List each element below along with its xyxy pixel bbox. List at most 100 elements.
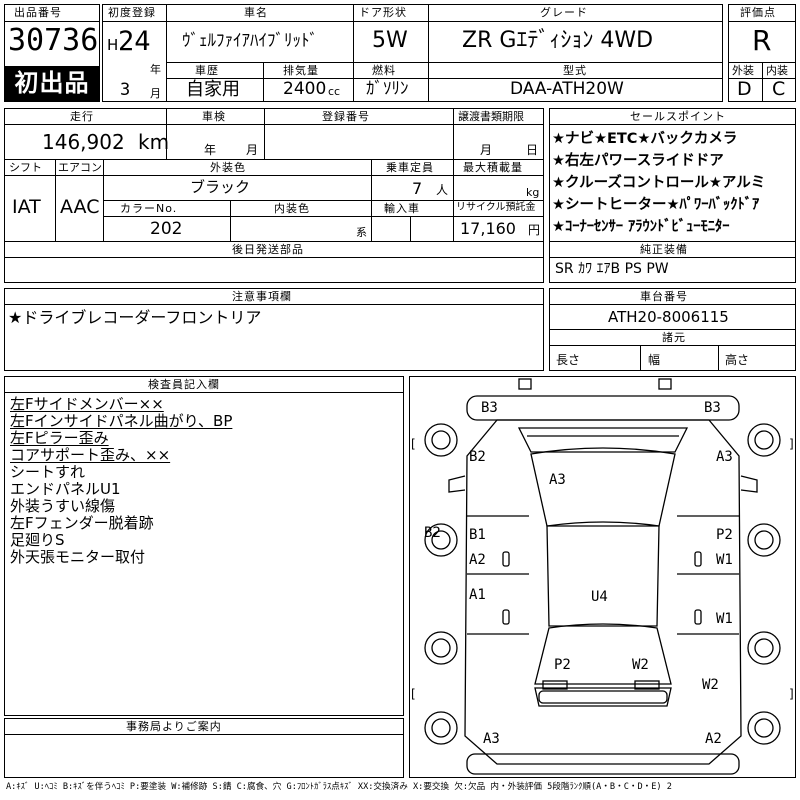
damage-mark: P2 [554, 657, 571, 673]
inspector-line: 外装うすい線傷 [10, 497, 116, 515]
int-label: 内装 [766, 64, 788, 77]
sales-point: ★右左パワースライドドア [552, 153, 724, 169]
first-listing-badge: 初出品 [5, 66, 99, 101]
name-label: 車名 [244, 6, 268, 19]
damage-mark: B2 [424, 525, 441, 541]
mileage: 146,902 [42, 130, 125, 154]
deadline-day: 日 [526, 143, 539, 157]
aircon: AAC [60, 196, 100, 218]
damage-mark: W1 [716, 552, 733, 568]
sales-point: ★ｺｰﾅｰｾﾝｻｰ ｱﾗｳﾝﾄﾞﾋﾞｭｰﾓﾆﾀｰ [552, 219, 730, 235]
width-label: 幅 [648, 353, 661, 367]
notes: ★ドライブレコーダーフロントリア [8, 308, 262, 327]
door-type: 5W [372, 28, 408, 53]
mileage-unit: km [138, 130, 170, 154]
deadline-month: 月 [480, 143, 493, 157]
body-color: ブラック [190, 178, 251, 196]
era: H [107, 36, 119, 54]
svg-text:[: [ [411, 687, 416, 701]
damage-mark: B3 [704, 400, 721, 416]
height-label: 高さ [725, 353, 750, 367]
inspection-label: 車検 [202, 110, 226, 123]
inspector-line: エンドパネルU1 [10, 480, 121, 498]
color-label: 外装色 [210, 161, 246, 174]
chassis-label: 車台番号 [640, 290, 688, 303]
year-unit: 年 [150, 63, 161, 76]
damage-mark: A1 [469, 587, 486, 603]
svg-text:]: ] [789, 687, 794, 701]
color-number: 202 [150, 219, 183, 239]
damage-mark: A3 [716, 449, 733, 465]
sales-point: ★シートヒーター★ﾊﾟﾜｰﾊﾞｯｸﾄﾞｱ [552, 197, 760, 213]
reg-label: 初度登録 [108, 6, 156, 19]
equipment-label: 純正装備 [640, 243, 688, 256]
legend: A:ｷｽﾞ U:ﾍｺﾐ B:ｷｽﾞを伴うﾍｺﾐ P:要塗装 W:補修跡 S:錆 … [6, 782, 672, 792]
int-grade: C [772, 78, 786, 100]
inspector-line: コアサポート歪み、×× [10, 446, 171, 464]
svg-text:]: ] [789, 437, 794, 451]
damage-mark: A2 [705, 731, 722, 747]
ac-label: エアコン [58, 161, 102, 174]
plate-label: 登録番号 [322, 110, 370, 123]
shift: IAT [12, 196, 41, 218]
recycle-amount: 17,160 [460, 219, 516, 238]
month-unit: 月 [150, 87, 161, 100]
mileage-label: 走行 [70, 110, 94, 123]
load-unit: kg [526, 186, 540, 199]
score-label: 評価点 [740, 6, 776, 19]
intcolor-label: 内装色 [274, 202, 310, 215]
reg-year: 24 [118, 26, 151, 57]
damage-mark: B3 [481, 400, 498, 416]
damage-mark: A3 [483, 731, 500, 747]
recycle-label: リサイクル預託金 [456, 202, 536, 213]
seats-unit: 人 [436, 183, 449, 197]
inspector-line: 左Fインサイドパネル曲がり、BP [10, 412, 233, 430]
sales-points-list: ★ナビ★ETC★バックカメラ ★右左パワースライドドア ★クルーズコントロール★… [552, 128, 765, 238]
svg-text:[: [ [411, 437, 416, 451]
model-label: 型式 [563, 64, 587, 77]
import-label: 輸入車 [384, 202, 420, 215]
lot-number: 30736 [8, 23, 99, 58]
sales-point: ★クルーズコントロール★アルミ [552, 175, 766, 191]
inspector-line: 足廻りS [10, 531, 65, 549]
grade-label: グレード [540, 6, 588, 19]
displacement: 2400 [283, 79, 327, 99]
colorno-label: カラーNo. [120, 202, 178, 215]
damage-mark: A2 [469, 552, 486, 568]
score: R [752, 24, 772, 57]
damage-mark: A3 [549, 472, 566, 488]
damage-mark: W1 [716, 611, 733, 627]
notes-label: 注意事項欄 [232, 290, 292, 303]
inspector-line: シートすれ [10, 463, 86, 481]
model: DAA-ATH20W [510, 79, 624, 99]
insp-year-unit: 年 [204, 143, 217, 157]
sales-point: ★ナビ★ETC★バックカメラ [552, 131, 738, 147]
damage-mark: P2 [716, 527, 733, 543]
damage-mark: B1 [469, 527, 486, 543]
damage-mark: U4 [591, 589, 608, 605]
equipment: SR ｶﾜ ｴｱB PS PW [555, 261, 669, 277]
history-label: 車歴 [195, 64, 219, 77]
inspector-notes: 左Fサイドメンバー×× 左Fインサイドパネル曲がり、BP 左Fピラー歪み コアサ… [10, 396, 232, 566]
recycle-unit: 円 [528, 223, 541, 237]
lot-label: 出品番号 [14, 6, 62, 19]
damage-mark: B2 [469, 449, 486, 465]
car-outline-diagram: [] [] [411, 378, 794, 775]
history: 自家用 [186, 79, 240, 100]
ext-label: 外装 [732, 64, 754, 77]
inspector-line: 外天張モニター取付 [10, 548, 146, 566]
deadline-label: 譲渡書類期限 [458, 110, 524, 123]
inspector-line: 左Fピラー歪み [10, 429, 109, 447]
seats: 7 [412, 179, 423, 198]
disp-unit: cc [328, 85, 341, 98]
shift-label: シフト [9, 161, 42, 174]
inspector-line: 左Fサイドメンバー×× [10, 395, 164, 413]
door-label: ドア形状 [359, 6, 407, 19]
seats-label: 乗車定員 [386, 161, 434, 174]
grade: ZR Gｴﾃﾞｨｼｮﾝ 4WD [462, 28, 654, 53]
reg-month: 3 [120, 80, 131, 100]
dims-label: 諸元 [662, 331, 686, 344]
fuel-label: 燃料 [372, 64, 396, 77]
insp-month-unit: 月 [246, 143, 259, 157]
later-parts-label: 後日発送部品 [232, 243, 304, 256]
